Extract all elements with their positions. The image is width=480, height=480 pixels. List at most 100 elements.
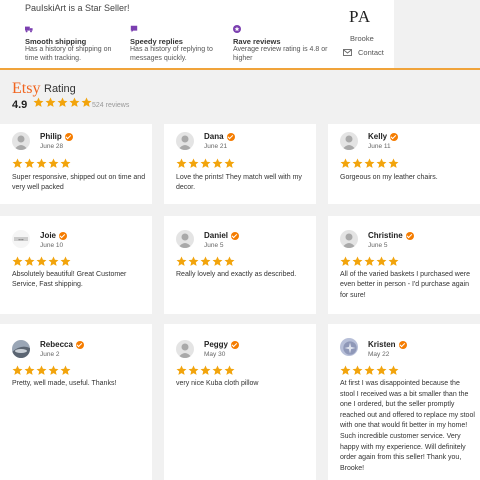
star-icon [176, 365, 187, 375]
star-icon [224, 256, 235, 266]
star-icon [36, 158, 47, 168]
star-icon [212, 158, 223, 168]
star-icon [176, 158, 187, 168]
star-icon [364, 256, 375, 266]
star-icon [48, 365, 59, 375]
star-icon [57, 97, 68, 107]
star-icon [33, 97, 44, 107]
review-stars [12, 158, 71, 169]
review-text: All of the varied baskets I purchased we… [340, 271, 470, 299]
review-text: Super responsive, shipped out on time an… [12, 174, 146, 192]
review-text: At first I was disappointed because the … [340, 380, 475, 472]
chat-bubble-icon [130, 25, 138, 33]
feature-title: Rave reviews [233, 37, 281, 46]
review-count: 524 reviews [92, 102, 130, 109]
star-icon [340, 365, 351, 375]
star-icon [364, 158, 375, 168]
star-icon [60, 158, 71, 168]
star-icon [12, 365, 23, 375]
review-date: June 5 [204, 242, 224, 249]
star-icon [36, 256, 47, 266]
rating-value: 4.9 [12, 99, 28, 111]
star-icon [388, 365, 399, 375]
verified-badge-icon [405, 231, 414, 240]
avatar: ●●● [12, 230, 30, 248]
verified-badge-icon [64, 132, 73, 141]
review-stars [176, 158, 235, 169]
star-icon [188, 256, 199, 266]
star-icon [176, 256, 187, 266]
reviewer-name-text: Daniel [204, 231, 229, 240]
reviewer-name: Dana [204, 132, 235, 141]
star-icon [24, 158, 35, 168]
star-icon [200, 158, 211, 168]
feature-desc: Has a history of shipping on time with t… [25, 46, 112, 62]
review-date: June 11 [368, 143, 391, 150]
star-icon [200, 365, 211, 375]
review-date: June 28 [40, 143, 64, 150]
shop-owner-name: Brooke [350, 34, 374, 43]
review-text: Really lovely and exactly as described. [176, 271, 297, 278]
contact-button[interactable]: Contact [343, 48, 384, 57]
review-card: Peggy May 30 very nice Kuba cloth pillow [164, 324, 316, 480]
review-date: June 2 [40, 351, 60, 358]
star-icon [200, 256, 211, 266]
review-card: Rebecca June 2 Pretty, well made, useful… [0, 324, 152, 480]
star-icon [48, 256, 59, 266]
reviewer-name: Daniel [204, 231, 240, 240]
review-card: Philip June 28 Super responsive, shipped… [0, 124, 152, 204]
svg-text:●●●: ●●● [18, 238, 24, 242]
review-text: Gorgeous on my leather chairs. [340, 174, 438, 181]
reviewer-name: Kelly [368, 132, 399, 141]
feature-title: Speedy replies [130, 37, 183, 46]
review-date: May 22 [368, 351, 390, 358]
feature-desc: Average review rating is 4.8 or higher [233, 46, 328, 62]
rating-header: Etsy Rating 4.9 524 reviews [0, 68, 480, 124]
avatar [12, 132, 30, 150]
verified-badge-icon [231, 231, 240, 240]
review-stars [340, 365, 399, 376]
star-icon [352, 256, 363, 266]
reviewer-name: Kristen [368, 340, 407, 349]
review-stars [340, 256, 399, 267]
reviewer-name-text: Kelly [368, 132, 388, 141]
feature-desc: Has a history of replying to messages qu… [130, 46, 213, 62]
star-icon [352, 158, 363, 168]
shop-logo: PA [349, 7, 372, 26]
reviewer-name-text: Philip [40, 132, 62, 141]
rating-label: Rating [44, 83, 76, 95]
review-text: Love the prints! They match well with my… [176, 174, 302, 192]
verified-badge-icon [59, 231, 68, 240]
reviewer-name-text: Christine [368, 231, 403, 240]
review-date: June 21 [204, 143, 228, 150]
review-card: Kelly June 11 Gorgeous on my leather cha… [328, 124, 480, 204]
reviewer-name-text: Rebecca [40, 340, 73, 349]
avatar [340, 230, 358, 248]
star-icon [376, 256, 387, 266]
star-icon [212, 365, 223, 375]
verified-badge-icon [226, 132, 235, 141]
star-icon [188, 365, 199, 375]
verified-badge-icon [75, 340, 84, 349]
star-icon [376, 158, 387, 168]
review-card: Daniel June 5 Really lovely and exactly … [164, 216, 316, 314]
star-icon [224, 365, 235, 375]
reviewer-name: Philip [40, 132, 73, 141]
star-icon [81, 97, 92, 107]
reviewer-name: Christine [368, 231, 414, 240]
review-card: Kristen May 22 At first I was disappoint… [328, 324, 480, 480]
star-seller-title: PauIskiArt is a Star Seller! [25, 3, 130, 13]
review-stars [176, 256, 235, 267]
star-icon [24, 365, 35, 375]
reviewer-name-text: Kristen [368, 340, 396, 349]
review-stars [12, 365, 71, 376]
reviewer-name: Joie [40, 231, 68, 240]
avatar [340, 132, 358, 150]
reviewer-name: Peggy [204, 340, 240, 349]
reviewer-name-text: Peggy [204, 340, 229, 349]
star-icon [48, 158, 59, 168]
envelope-icon [343, 49, 352, 56]
avatar [176, 340, 194, 358]
review-stars [176, 365, 235, 376]
star-icon [340, 256, 351, 266]
